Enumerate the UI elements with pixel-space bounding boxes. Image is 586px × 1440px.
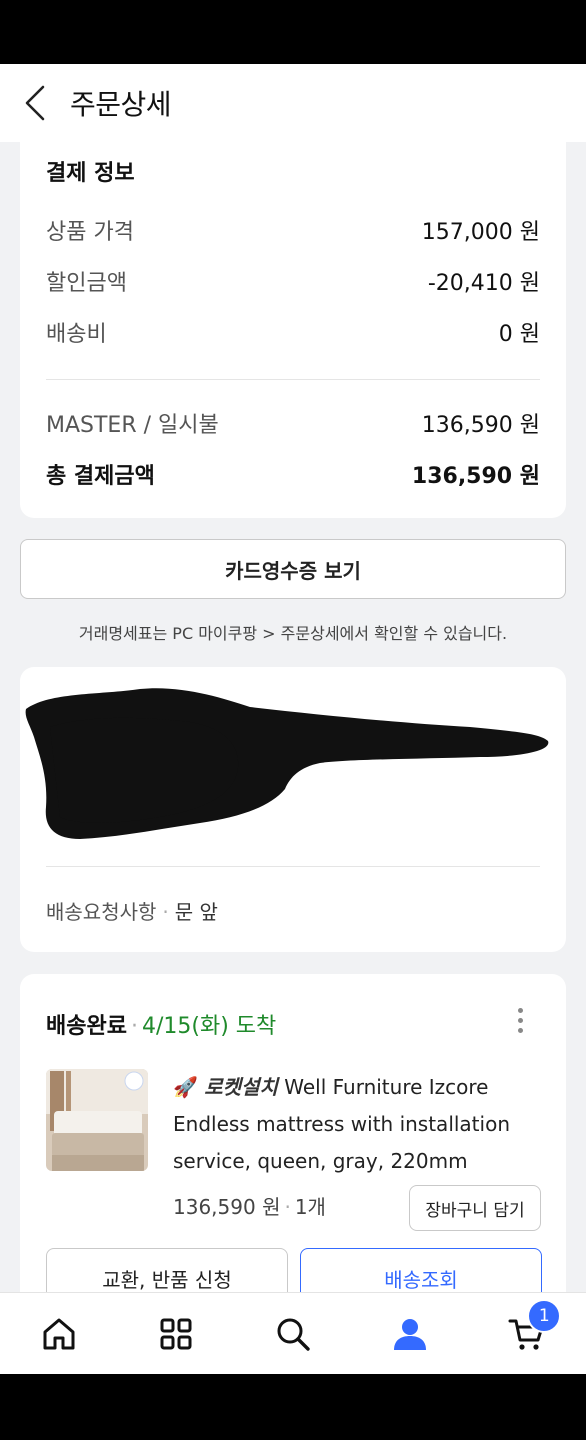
separator-dot: · [284, 1195, 291, 1219]
nav-my-page[interactable] [370, 1299, 450, 1369]
system-nav-bar [0, 1374, 586, 1440]
status-bar [0, 0, 586, 64]
bottom-nav: 1 [0, 1292, 586, 1375]
back-arrow-icon [25, 85, 45, 121]
add-to-cart-button[interactable]: 장바구니 담기 [409, 1185, 541, 1231]
price-label: 상품 가격 [46, 220, 134, 245]
payment-method-row: MASTER / 일시불 136,590 원 [46, 407, 540, 439]
user-icon [394, 1319, 427, 1350]
product-info[interactable]: 🚀 로켓설치 Well Furniture Izcore Endless mat… [173, 1069, 553, 1180]
product-price-line: 136,590 원 · 1개 [173, 1191, 326, 1220]
shipping-value: 0 원 [498, 322, 540, 347]
content-area[interactable]: 결제 정보 상품 가격 157,000 원 할인금액 -20,410 원 배송비… [0, 142, 586, 1292]
delivery-status-label: 배송완료 [46, 1014, 127, 1039]
shipping-row: 배송비 0 원 [46, 316, 540, 348]
product-thumbnail[interactable] [46, 1069, 148, 1171]
price-row: 상품 가격 157,000 원 [46, 214, 540, 246]
exchange-return-button[interactable]: 교환, 반품 신청 [46, 1248, 288, 1292]
total-label: 총 결제금액 [46, 464, 155, 489]
discount-value: -20,410 원 [427, 271, 540, 296]
price-value: 157,000 원 [421, 220, 540, 245]
rocket-install-icon: 🚀 [173, 1075, 198, 1099]
payment-method-label: MASTER / 일시불 [46, 413, 219, 438]
payment-method-value: 136,590 원 [421, 413, 540, 438]
statement-notice: 거래명세표는 PC 마이쿠팡 > 주문상세에서 확인할 수 있습니다. [78, 624, 508, 643]
app-header: 주문상세 [0, 64, 586, 142]
nav-cart[interactable]: 1 [487, 1299, 567, 1369]
arrival-date: 4/15(화) 도착 [141, 1014, 277, 1039]
divider [46, 379, 540, 380]
shipping-label: 배송비 [46, 322, 107, 347]
total-value: 136,590 원 [411, 464, 540, 489]
delivery-status: 배송완료 · 4/15(화) 도착 [46, 1008, 276, 1040]
discount-label: 할인금액 [46, 271, 127, 296]
separator-dot: · [162, 900, 169, 924]
delivery-request-label: 배송요청사항 [46, 900, 157, 924]
card-receipt-button[interactable]: 카드영수증 보기 [20, 539, 566, 599]
address-divider [46, 866, 540, 867]
back-button[interactable] [0, 64, 70, 142]
address-card: 배송요청사항 · 문 앞 [20, 667, 566, 952]
search-icon [277, 1318, 310, 1351]
nav-categories[interactable] [136, 1299, 216, 1369]
cart-count-badge: 1 [527, 1299, 562, 1333]
categories-icon [160, 1318, 192, 1350]
product-quantity: 1개 [294, 1195, 326, 1219]
payment-title: 결제 정보 [46, 161, 135, 186]
product-price: 136,590 원 [173, 1195, 281, 1219]
discount-row: 할인금액 -20,410 원 [46, 265, 540, 297]
redaction-mark [25, 688, 549, 839]
separator-dot: · [130, 1014, 138, 1039]
nav-search[interactable] [253, 1299, 333, 1369]
more-options-icon[interactable] [510, 1008, 530, 1038]
rocket-install-badge: 로켓설치 [204, 1075, 278, 1099]
delivery-request-value: 문 앞 [174, 900, 218, 924]
home-icon [43, 1318, 75, 1350]
delivery-request: 배송요청사항 · 문 앞 [46, 896, 218, 925]
payment-info-card: 결제 정보 상품 가격 157,000 원 할인금액 -20,410 원 배송비… [20, 142, 566, 518]
page-title: 주문상세 [70, 88, 172, 121]
nav-home[interactable] [19, 1299, 99, 1369]
delivery-card: 배송완료 · 4/15(화) 도착 🚀 로켓설치 Well Furniture Iz… [20, 974, 566, 1292]
total-row: 총 결제금액 136,590 원 [46, 458, 540, 490]
track-delivery-button[interactable]: 배송조회 [300, 1248, 542, 1292]
